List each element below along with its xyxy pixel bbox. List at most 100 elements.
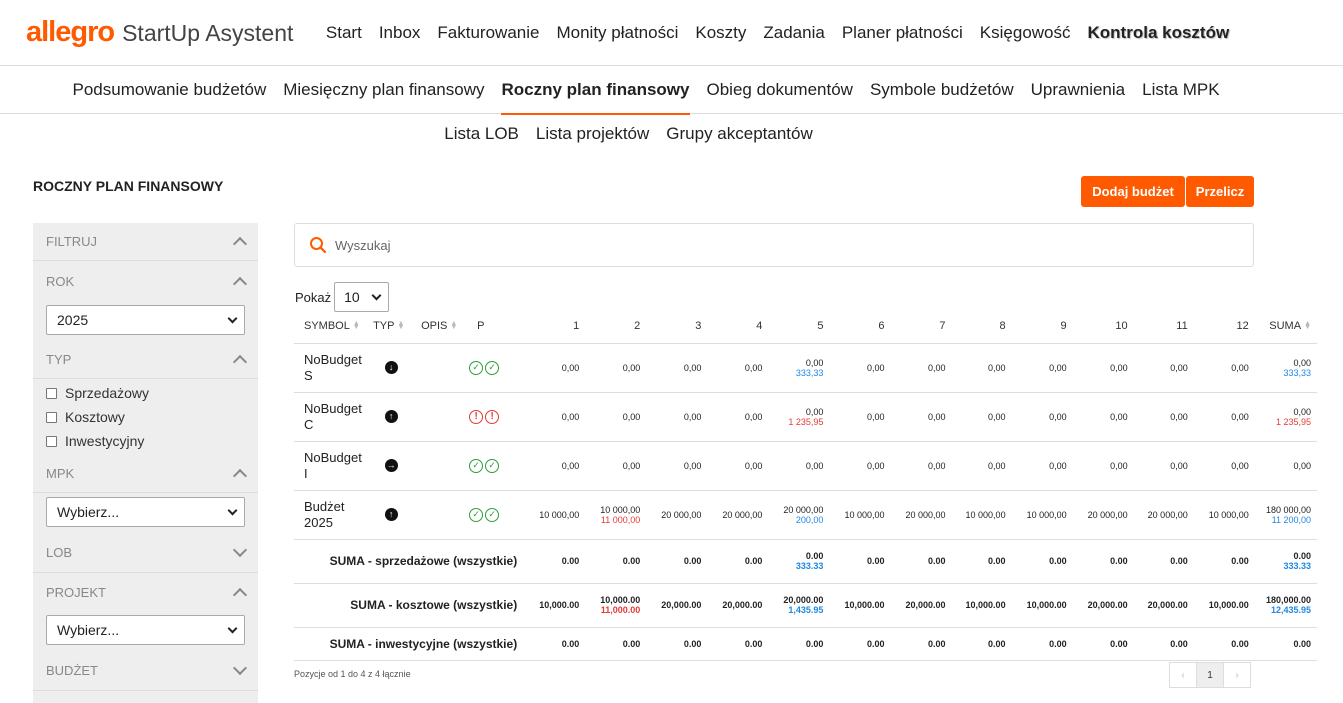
cell-subvalue: 11 000,00 — [600, 514, 641, 525]
column-header-suma[interactable]: SUMA ▲ ▼ — [1254, 310, 1317, 344]
table-cell: 0.00 — [1011, 539, 1073, 584]
tab-miesieczny-plan-finansowy[interactable]: Miesięczny plan finansowy — [275, 66, 493, 114]
table-row[interactable]: NoBudget C ↑!! 0,00 0,00 0,00 0,00 0,00 1 235,9… — [294, 392, 1317, 442]
table-cell: 0,00 333,33 — [768, 343, 830, 393]
filter-year-header[interactable]: ROK — [33, 261, 258, 301]
symbol-cell[interactable]: NoBudget C — [294, 392, 368, 442]
checkbox[interactable] — [46, 411, 57, 423]
tab-grupy-akceptantow[interactable]: Grupy akceptantów — [658, 124, 821, 144]
sort-icon[interactable]: ▲ ▼ — [450, 320, 457, 331]
filter-lob-header[interactable]: LOB — [33, 533, 258, 573]
nav-item-zadania[interactable]: Zadania — [755, 23, 833, 43]
table-cell: 0.00 — [1072, 539, 1134, 584]
nav-item-monity-platnosci[interactable]: Monity płatności — [548, 23, 687, 43]
mpk-select[interactable]: Wybierz... — [46, 497, 245, 527]
checkbox[interactable] — [46, 435, 57, 447]
filter-type-header[interactable]: TYP — [33, 341, 258, 379]
column-header-label: 8 — [999, 320, 1006, 333]
type-checkbox-label: Inwestycyjny — [65, 433, 145, 449]
column-header-opis[interactable]: OPIS ▲ ▼ — [415, 310, 466, 344]
filter-mpk-label: MPK — [46, 466, 75, 481]
page-1-button[interactable]: 1 — [1196, 662, 1224, 688]
type-checkbox-kosztowy[interactable]: Kosztowy — [33, 405, 258, 429]
cell-value: 0,00 — [928, 411, 946, 422]
tab-lista-mpk[interactable]: Lista MPK — [1134, 66, 1228, 114]
chevron-down-icon — [227, 505, 238, 515]
symbol-cell[interactable]: NoBudget S — [294, 343, 368, 393]
nav-item-inbox[interactable]: Inbox — [370, 23, 429, 43]
cell-value: 0,00 — [866, 411, 885, 422]
table-cell: 20 000,00 — [1133, 490, 1194, 540]
check-circle-icon: ✓ — [469, 360, 484, 375]
prev-page-button[interactable]: ‹ — [1169, 662, 1197, 688]
column-header-symbol[interactable]: SYMBOL ▲ ▼ — [294, 310, 368, 344]
filter-budget-header[interactable]: BUDŻET — [33, 651, 258, 691]
table-cell: 0,00 — [707, 392, 769, 442]
column-header-3: 3 — [646, 310, 708, 344]
search-box[interactable]: Wyszukaj — [294, 223, 1254, 267]
cell-value: 0,00 — [622, 362, 641, 373]
cell-value: 20 000,00 — [1147, 509, 1188, 520]
sort-icon[interactable]: ▲ ▼ — [1304, 320, 1311, 331]
search-input[interactable]: Wyszukaj — [335, 238, 391, 253]
sort-icon[interactable]: ▲ ▼ — [353, 320, 360, 331]
filter-mpk-header[interactable]: MPK — [33, 455, 258, 493]
type-checkbox-sprzedazowy[interactable]: Sprzedażowy — [33, 381, 258, 405]
table-row[interactable]: NoBudget S ↓ ✓ ✓ 0,00 0,00 0,00 0,00 0,00 333,33 0… — [294, 343, 1317, 393]
cell-value: 20 000,00 — [661, 509, 702, 520]
recalculate-button[interactable]: Przelicz — [1186, 176, 1254, 207]
tab-roczny-plan-finansowy[interactable]: Roczny plan finansowy — [493, 66, 698, 115]
table-cell: 10 000,00 — [1193, 490, 1255, 540]
tab-uprawnienia[interactable]: Uprawnienia — [1022, 66, 1134, 114]
tab-obieg-dokumentow[interactable]: Obieg dokumentów — [698, 66, 861, 114]
nav-item-start[interactable]: Start — [317, 23, 370, 43]
cell-value: 0.00 — [928, 638, 946, 649]
table-row[interactable]: Budżet 2025 ↑ ✓ ✓ 10 000,00 10 000,00 11 000,0… — [294, 490, 1317, 540]
column-header-4: 4 — [707, 310, 769, 344]
project-select[interactable]: Wybierz... — [46, 615, 245, 645]
symbol-cell[interactable]: NoBudget I — [294, 441, 368, 491]
table-cell: 0.00 — [951, 539, 1012, 584]
sort-icon[interactable]: ▲ ▼ — [397, 320, 404, 331]
table-cell: 0,00 — [829, 392, 891, 442]
cell-value: 0.00 — [561, 556, 580, 566]
tab-symbole-budzetow[interactable]: Symbole budżetów — [861, 66, 1022, 114]
next-page-button[interactable]: › — [1223, 662, 1251, 688]
nav-item-fakturowanie[interactable]: Fakturowanie — [429, 23, 548, 43]
filter-project-header[interactable]: PROJEKT — [33, 573, 258, 611]
cell-subvalue: 333,33 — [795, 367, 824, 378]
tab-podsumowanie-budzetow[interactable]: Podsumowanie budżetów — [64, 66, 275, 114]
type-checkbox-inwestycyjny[interactable]: Inwestycyjny — [33, 429, 258, 453]
year-select[interactable]: 2025 — [46, 305, 245, 335]
app-logo[interactable]: allegro StartUp Asystent — [26, 16, 293, 49]
tab-lista-projektow[interactable]: Lista projektów — [527, 124, 657, 144]
add-budget-button[interactable]: Dodaj budżet — [1081, 176, 1185, 207]
filter-header[interactable]: FILTRUJ — [33, 223, 258, 261]
nav-item-koszty[interactable]: Koszty — [687, 23, 755, 43]
tab-lista-lob[interactable]: Lista LOB — [436, 124, 528, 144]
table-cell: 0.00 — [1133, 627, 1194, 661]
nav-item-planer-platnosci[interactable]: Planer płatności — [833, 23, 971, 43]
cell-value: 10,000.00 — [1208, 600, 1249, 610]
type-checkbox-label: Sprzedażowy — [65, 385, 150, 401]
column-header-p[interactable]: P — [465, 310, 526, 344]
top-bar: allegro StartUp Asystent Start Inbox Faktu… — [0, 0, 1343, 66]
table-cell: 20 000,00 — [890, 490, 952, 540]
column-header-typ[interactable]: TYP ▲ ▼ — [367, 310, 416, 344]
cell-value: 10 000,00 — [1026, 509, 1067, 520]
table-cell: 10 000,00 11 000,00 — [585, 490, 647, 540]
nav-item-ksiegowosc[interactable]: Księgowość — [971, 23, 1079, 43]
table-cell: 0,00 333,33 — [1254, 343, 1317, 393]
table-cell: 0.00 — [646, 627, 708, 661]
summary-label: SUMA - sprzedażowe (wszystkie) — [294, 539, 526, 584]
nav-item-kontrola-kosztow[interactable]: Kontrola kosztów — [1079, 23, 1238, 43]
checkbox[interactable] — [46, 387, 57, 399]
symbol-cell[interactable]: Budżet 2025 — [294, 490, 368, 540]
table-row[interactable]: NoBudget I → ✓ ✓ 0,00 0,00 0,00 0,00 0,00 0,00 0,0… — [294, 441, 1317, 491]
page-size-select[interactable]: 10 — [334, 282, 390, 312]
table-cell: 0,00 — [1072, 441, 1134, 491]
table-cell: 20,000.00 1,435.95 — [768, 583, 830, 628]
cell-value: 0,00 — [988, 362, 1006, 373]
cell-value: 0.00 — [1231, 638, 1249, 649]
cell-value: 0.00 — [1293, 551, 1311, 561]
